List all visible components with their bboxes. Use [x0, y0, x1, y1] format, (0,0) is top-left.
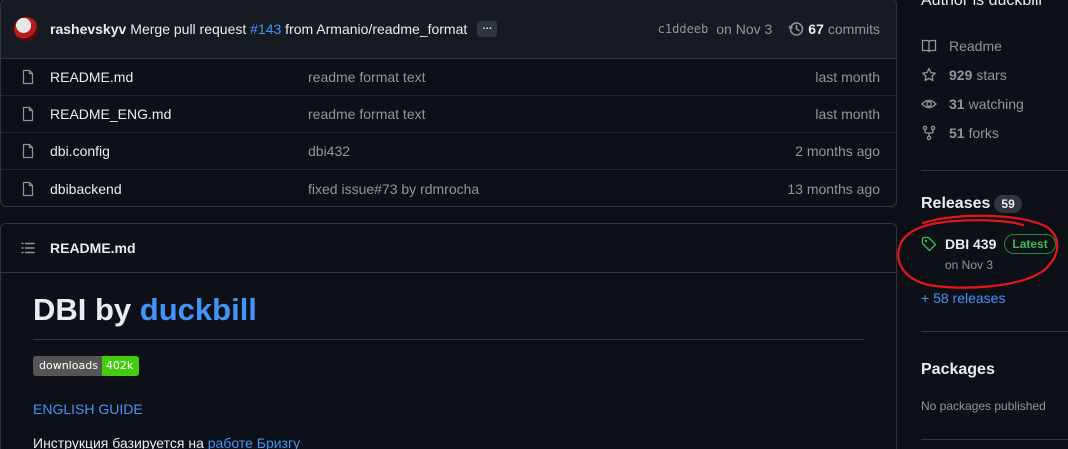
file-browser: rashevskyv Merge pull request #143 from … — [0, 0, 897, 207]
releases-counter: 59 — [994, 195, 1022, 213]
stars-count: 929 — [949, 67, 973, 83]
commit-author[interactable]: rashevskyv — [50, 21, 126, 37]
commit-date: on Nov 3 — [716, 21, 773, 37]
more-releases-link[interactable]: + 58 releases — [921, 290, 1005, 306]
latest-release[interactable]: DBI 439 Latest on Nov 3 — [921, 234, 1056, 272]
repo-sidebar: Author is duckbill Readme 929 stars 31 w… — [921, 0, 1068, 449]
file-row[interactable]: README_ENG.md readme format text last mo… — [1, 96, 896, 133]
watchers-link[interactable]: 31 watching — [921, 96, 1024, 112]
commits-label: commits — [827, 21, 880, 37]
file-name[interactable]: dbi.config — [50, 143, 308, 159]
author-link[interactable]: duckbill — [140, 292, 257, 327]
file-commit-message[interactable]: readme format text — [308, 69, 815, 85]
release-name[interactable]: DBI 439 — [945, 236, 996, 252]
file-commit-message[interactable]: readme format text — [308, 106, 815, 122]
file-row[interactable]: dbibackend fixed issue#73 by rdmrocha 13… — [1, 170, 896, 206]
file-row[interactable]: README.md readme format text last month — [1, 59, 896, 96]
file-commit-message[interactable]: dbi432 — [308, 143, 795, 159]
readme-label: Readme — [949, 38, 1002, 54]
file-row[interactable]: dbi.config dbi432 2 months ago — [1, 133, 896, 170]
expand-commit-button[interactable]: … — [477, 21, 498, 37]
file-age: 13 months ago — [787, 180, 880, 197]
sidebar-divider — [921, 331, 1068, 332]
file-name[interactable]: dbibackend — [50, 181, 308, 197]
eye-icon — [921, 99, 937, 109]
packages-heading[interactable]: Packages — [921, 361, 995, 379]
commit-message[interactable]: Merge pull request #143 from Armanio/rea… — [130, 21, 467, 37]
readme-paragraph: Инструкция базируется на работе Бризгу — [33, 435, 864, 449]
forks-label: forks — [968, 125, 999, 141]
file-name[interactable]: README_ENG.md — [50, 106, 308, 122]
watching-count: 31 — [949, 96, 965, 112]
badge-label: downloads — [33, 356, 102, 376]
sidebar-divider — [921, 170, 1068, 171]
packages-title[interactable]: Packages — [921, 361, 995, 379]
release-date: on Nov 3 — [945, 258, 994, 272]
file-icon — [22, 69, 34, 85]
sidebar-divider — [921, 439, 1068, 440]
no-packages-text: No packages published — [921, 399, 1046, 413]
file-age: last month — [815, 69, 880, 85]
readme-title: DBI by duckbill — [33, 293, 864, 340]
releases-heading[interactable]: Releases 59 — [921, 195, 1022, 213]
forks-link[interactable]: 51 forks — [921, 125, 999, 141]
releases-title[interactable]: Releases — [921, 195, 990, 213]
readme-header: README.md — [1, 224, 896, 273]
commit-message-prefix[interactable]: Merge pull request — [130, 21, 250, 37]
watching-label: watching — [968, 96, 1024, 112]
readme-filename: README.md — [50, 240, 136, 256]
commit-sha[interactable]: c1ddeeb — [658, 22, 709, 36]
file-icon — [22, 143, 34, 159]
forks-count: 51 — [949, 125, 965, 141]
stars-link[interactable]: 929 stars — [921, 67, 1007, 83]
readme-para-link[interactable]: работе Бризгу — [208, 435, 300, 449]
readme-title-prefix: DBI by — [33, 292, 140, 327]
readme-para-prefix: Инструкция базируется на — [33, 435, 208, 449]
avatar[interactable] — [14, 17, 38, 41]
file-icon — [22, 106, 34, 122]
stars-label: stars — [976, 67, 1007, 83]
commits-count: 67 — [808, 21, 824, 37]
list-icon[interactable] — [20, 240, 36, 256]
readme-panel: README.md DBI by duckbill downloads 402k… — [0, 223, 897, 449]
file-commit-message[interactable]: fixed issue#73 by rdmrocha — [308, 181, 787, 197]
file-age: last month — [815, 106, 880, 122]
downloads-badge[interactable]: downloads 402k — [33, 356, 140, 376]
readme-link[interactable]: Readme — [921, 38, 1002, 54]
latest-commit-bar: rashevskyv Merge pull request #143 from … — [1, 0, 896, 59]
pr-link[interactable]: #143 — [250, 21, 281, 37]
badge-value: 402k — [101, 356, 140, 376]
fork-icon — [922, 125, 936, 141]
star-icon — [922, 67, 936, 82]
history-icon — [788, 22, 804, 36]
about-description: Author is duckbill — [921, 0, 1042, 9]
book-icon — [921, 39, 937, 53]
file-age: 2 months ago — [795, 143, 880, 159]
tag-icon — [921, 236, 937, 252]
file-name[interactable]: README.md — [50, 69, 308, 85]
latest-badge: Latest — [1004, 234, 1056, 254]
commits-history-link[interactable]: 67 commits — [788, 21, 880, 37]
english-guide-link[interactable]: ENGLISH GUIDE — [33, 401, 864, 417]
commit-message-suffix[interactable]: from Armanio/readme_format — [281, 21, 467, 37]
file-icon — [22, 181, 34, 196]
